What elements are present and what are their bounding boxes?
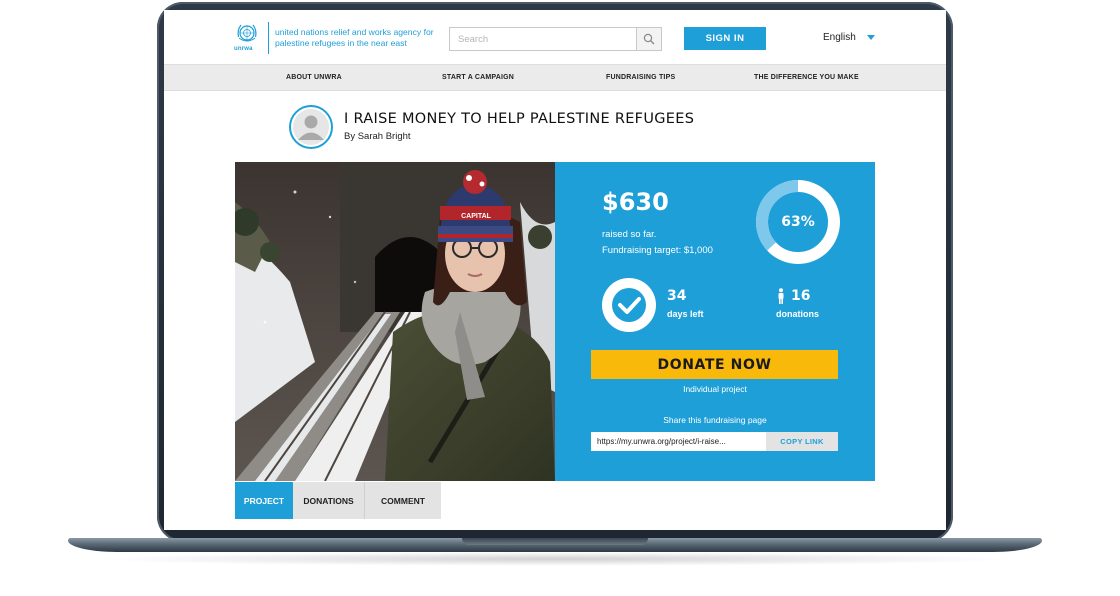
share-label: Share this fundraising page xyxy=(663,415,767,425)
donations-count: 16 xyxy=(791,288,811,304)
tab-donations[interactable]: DONATIONS xyxy=(293,482,364,519)
sign-in-button[interactable]: SIGN IN xyxy=(684,27,766,50)
target-label: Fundraising target: $1,000 xyxy=(602,245,713,256)
user-avatar-icon xyxy=(293,109,329,145)
search-input[interactable] xyxy=(450,28,636,50)
donations-label: donations xyxy=(776,309,819,319)
browser-screen: unrwa united nations relief and works ag… xyxy=(164,10,946,530)
nav-item-difference[interactable]: THE DIFFERENCE YOU MAKE xyxy=(754,74,859,81)
site-header: unrwa united nations relief and works ag… xyxy=(164,10,946,64)
progress-percent: 63% xyxy=(781,214,815,230)
raised-label: raised so far. xyxy=(602,229,657,240)
caret-down-icon xyxy=(866,35,875,40)
share-link-field[interactable] xyxy=(591,432,766,451)
copy-link-button[interactable]: COPY LINK xyxy=(766,432,838,451)
page-title: I RAISE MONEY TO HELP PALESTINE REFUGEES xyxy=(344,111,695,127)
logo-wordmark: unrwa xyxy=(234,46,253,52)
un-emblem-icon[interactable] xyxy=(235,21,259,45)
days-left-badge xyxy=(602,278,656,332)
nav-item-fundraising-tips[interactable]: FUNDRAISING TIPS xyxy=(606,74,675,81)
language-label: English xyxy=(823,32,856,43)
check-icon xyxy=(612,288,646,322)
nav-item-about[interactable]: ABOUT UNWRA xyxy=(286,74,342,81)
logo-divider xyxy=(268,22,269,54)
campaign-photo: CAPITAL xyxy=(235,162,555,481)
language-select[interactable]: English xyxy=(823,32,875,43)
laptop-shadow xyxy=(90,552,1020,566)
search-button[interactable] xyxy=(636,28,661,50)
author-name: By Sarah Bright xyxy=(344,131,411,142)
donations-count-row: 16 xyxy=(777,288,810,304)
search-icon xyxy=(643,33,655,45)
hat-lettering: CAPITAL xyxy=(461,213,492,220)
tab-comment[interactable]: COMMENT xyxy=(365,482,441,519)
avatar[interactable] xyxy=(289,105,333,149)
days-left-label: days left xyxy=(667,309,704,319)
nav-item-start-campaign[interactable]: START A CAMPAIGN xyxy=(442,74,514,81)
fundraising-stats-panel: $630 raised so far. Fundraising target: … xyxy=(555,162,875,481)
organization-name[interactable]: united nations relief and works agency f… xyxy=(275,27,445,49)
tab-project[interactable]: PROJECT xyxy=(235,482,293,519)
laptop-notch xyxy=(462,538,648,545)
person-icon xyxy=(778,288,784,304)
donate-now-button[interactable]: DONATE NOW xyxy=(591,350,838,379)
main-nav: ABOUT UNWRA START A CAMPAIGN FUNDRAISING… xyxy=(164,64,946,91)
amount-raised: $630 xyxy=(602,188,669,216)
project-type: Individual project xyxy=(683,384,747,394)
days-left-count: 34 xyxy=(667,288,687,304)
search-box xyxy=(449,27,662,51)
